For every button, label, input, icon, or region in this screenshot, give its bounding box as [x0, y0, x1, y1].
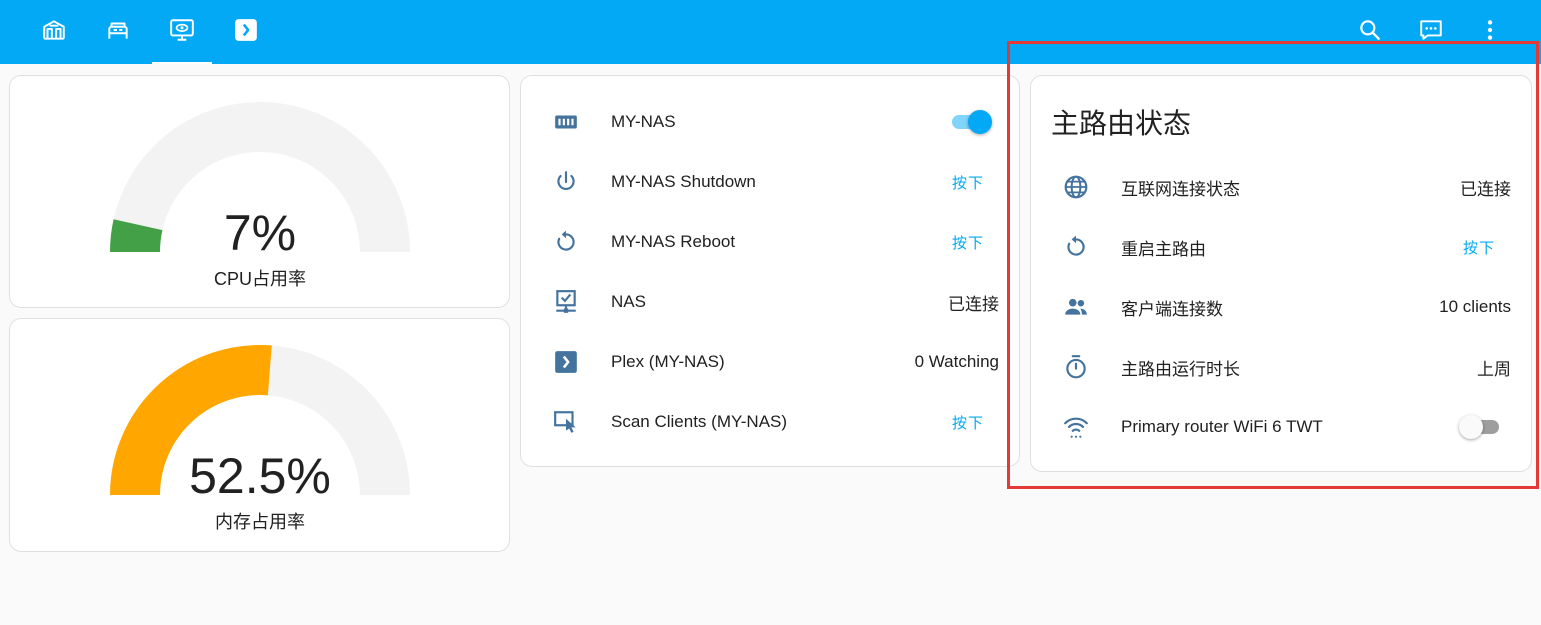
- entity-name: 重启主路由: [1121, 239, 1206, 259]
- globe-icon: [1062, 173, 1090, 201]
- entity-name: 客户端连接数: [1121, 299, 1223, 319]
- entity-state: 已连接: [1460, 179, 1511, 199]
- entity-row-plex[interactable]: Plex (MY-NAS) 0 Watching: [521, 332, 1019, 392]
- card-title: 主路由状态: [1051, 108, 1192, 139]
- timer-icon: [1062, 353, 1090, 381]
- restart-icon: [1062, 233, 1090, 261]
- entity-name: 互联网连接状态: [1121, 179, 1240, 199]
- entity-row-wifi-twt[interactable]: Primary router WiFi 6 TWT: [1031, 397, 1531, 457]
- entity-row-router-uptime[interactable]: 主路由运行时长 上周: [1031, 337, 1531, 397]
- cast-touch-icon: [552, 408, 580, 436]
- entity-state: 已连接: [948, 294, 999, 314]
- toggle-knob: [968, 110, 992, 134]
- cpu-gauge-label: CPU占用率: [213, 269, 306, 289]
- entity-row-nas[interactable]: NAS 已连接: [521, 272, 1019, 332]
- router-status-card: 主路由状态 互联网连接状态 已连接 重启主路由 按下 客户端连接数 10 cli…: [1030, 75, 1532, 472]
- plex-icon: [233, 17, 259, 48]
- tab-home[interactable]: [24, 0, 84, 64]
- entity-name: Scan Clients (MY-NAS): [611, 412, 788, 431]
- more-vertical-icon: [1477, 17, 1503, 48]
- entity-name: MY-NAS: [611, 112, 676, 131]
- assist-button[interactable]: [1413, 14, 1449, 50]
- entity-name: MY-NAS Reboot: [611, 232, 736, 251]
- top-app-bar: [0, 0, 1541, 64]
- press-button[interactable]: 按下: [952, 412, 984, 433]
- search-button[interactable]: [1352, 14, 1388, 50]
- restart-icon: [552, 228, 580, 256]
- entity-row-my-nas[interactable]: MY-NAS: [521, 92, 1019, 152]
- account-group-icon: [1062, 293, 1090, 321]
- my-nas-toggle[interactable]: [948, 109, 996, 135]
- monitor-network-icon: [552, 288, 580, 316]
- tab-bedroom[interactable]: [88, 0, 148, 64]
- overflow-menu-button[interactable]: [1472, 14, 1508, 50]
- plex-icon: [552, 348, 580, 376]
- entity-state: 上周: [1477, 359, 1511, 379]
- memory-gauge-value: 52.5%: [189, 448, 331, 504]
- press-button[interactable]: 按下: [952, 232, 984, 253]
- press-button[interactable]: 按下: [1463, 237, 1495, 258]
- entity-row-restart-router: 重启主路由 按下: [1031, 217, 1531, 277]
- wifi-icon: [1062, 413, 1090, 441]
- entity-name: 主路由运行时长: [1121, 359, 1240, 379]
- entity-state: 10 clients: [1439, 297, 1511, 316]
- entity-name: Plex (MY-NAS): [611, 352, 725, 371]
- entity-row-internet-status[interactable]: 互联网连接状态 已连接: [1031, 157, 1531, 217]
- entity-row-my-nas-shutdown: MY-NAS Shutdown 按下: [521, 152, 1019, 212]
- nas-icon: [552, 108, 580, 136]
- cpu-gauge-value: 7%: [223, 205, 297, 261]
- entity-row-my-nas-reboot: MY-NAS Reboot 按下: [521, 212, 1019, 272]
- wifi-twt-toggle[interactable]: [1459, 414, 1507, 440]
- tab-plex[interactable]: [216, 0, 276, 64]
- toggle-knob: [1459, 415, 1483, 439]
- monitor-eye-icon: [169, 17, 195, 48]
- entity-name: NAS: [611, 292, 646, 311]
- search-icon: [1357, 17, 1383, 48]
- nas-entities-card: MY-NAS MY-NAS Shutdown 按下 MY-NAS Reboot …: [520, 75, 1020, 467]
- entity-name: Primary router WiFi 6 TWT: [1121, 417, 1323, 436]
- power-icon: [552, 168, 580, 196]
- bed-icon: [105, 17, 131, 48]
- entity-row-client-count[interactable]: 客户端连接数 10 clients: [1031, 277, 1531, 337]
- home-icon: [41, 17, 67, 48]
- entity-row-scan-clients: Scan Clients (MY-NAS) 按下: [521, 392, 1019, 452]
- assist-chat-icon: [1418, 17, 1444, 48]
- tab-monitor[interactable]: [152, 0, 212, 64]
- entity-state: 0 Watching: [914, 352, 999, 371]
- cpu-gauge-card[interactable]: 7% CPU占用率: [9, 75, 510, 308]
- press-button[interactable]: 按下: [952, 172, 984, 193]
- entity-name: MY-NAS Shutdown: [611, 172, 756, 191]
- memory-gauge-card[interactable]: 52.5% 内存占用率: [9, 318, 510, 552]
- memory-gauge-label: 内存占用率: [215, 512, 305, 532]
